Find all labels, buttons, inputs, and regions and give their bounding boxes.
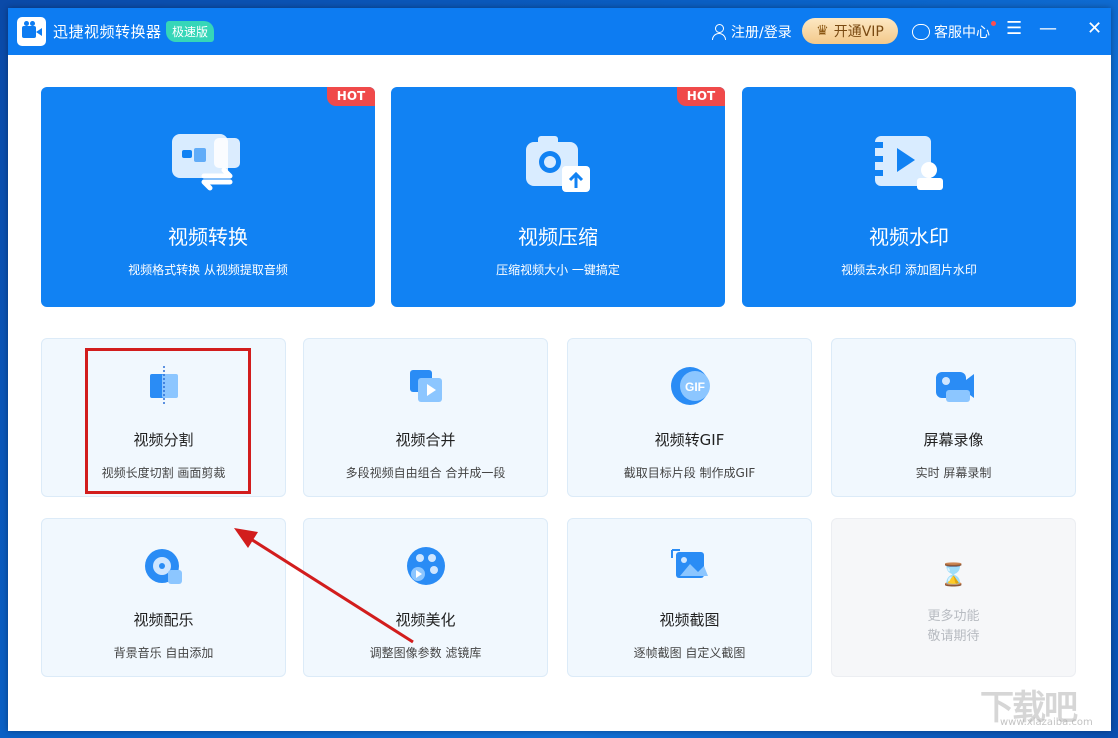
hot-badge: HOT — [327, 87, 375, 106]
vip-button[interactable]: ♛ 开通VIP — [802, 18, 898, 44]
service-label: 客服中心 — [934, 25, 990, 41]
card-desc: 视频格式转换 从视频提取音频 — [128, 263, 288, 277]
vip-label: 开通VIP — [833, 24, 884, 40]
close-icon[interactable]: ✕ — [1087, 19, 1102, 39]
card-title: 视频转GIF — [654, 431, 725, 449]
card-desc: 调整图像参数 滤镜库 — [369, 646, 482, 660]
app-title: 迅捷视频转换器 — [53, 23, 162, 41]
card-video-convert[interactable]: HOT 视频转换 视频格式转换 从视频提取音频 — [41, 87, 375, 307]
highlight-box — [85, 348, 251, 494]
card-video-merge[interactable]: 视频合并 多段视频自由组合 合并成一段 — [303, 338, 548, 497]
card-title: 视频合并 — [395, 431, 456, 449]
more-line1: 更多功能 — [927, 609, 980, 624]
login-label: 注册/登录 — [731, 25, 792, 41]
card-desc: 实时 屏幕录制 — [915, 466, 992, 480]
screenshot-icon — [670, 549, 708, 578]
card-more-features: ⌛ 更多功能 敬请期待 — [831, 518, 1076, 677]
card-title: 视频截图 — [659, 611, 720, 629]
card-video-screenshot[interactable]: 视频截图 逐帧截图 自定义截图 — [567, 518, 812, 677]
card-video-beautify[interactable]: 视频美化 调整图像参数 滤镜库 — [303, 518, 548, 677]
video-convert-icon — [172, 134, 240, 191]
notification-dot — [991, 21, 996, 26]
app-logo-icon — [17, 17, 46, 46]
card-video-gif[interactable]: GIF 视频转GIF 截取目标片段 制作成GIF — [567, 338, 812, 497]
card-screen-record[interactable]: 屏幕录像 实时 屏幕录制 — [831, 338, 1076, 497]
screen-record-icon — [935, 372, 974, 402]
card-title: 视频转换 — [168, 225, 248, 249]
card-desc: 截取目标片段 制作成GIF — [623, 466, 756, 480]
card-title: 视频配乐 — [133, 611, 194, 629]
site-watermark-url: www.xiazaiba.com — [1000, 717, 1093, 728]
card-desc: 背景音乐 自由添加 — [113, 646, 214, 660]
card-video-watermark[interactable]: 视频水印 视频去水印 添加图片水印 — [742, 87, 1076, 307]
card-video-music[interactable]: 视频配乐 背景音乐 自由添加 — [41, 518, 286, 677]
hot-badge: HOT — [677, 87, 725, 106]
card-title: 视频水印 — [869, 225, 949, 249]
card-desc: 视频去水印 添加图片水印 — [841, 263, 977, 277]
menu-icon[interactable]: ☰ — [1006, 19, 1022, 39]
titlebar: 迅捷视频转换器 极速版 注册/登录 ♛ 开通VIP 客服中心 ☰ — ✕ — [8, 8, 1111, 55]
login-button[interactable]: 注册/登录 — [711, 22, 792, 42]
video-merge-icon — [409, 370, 442, 402]
card-desc: 逐帧截图 自定义截图 — [633, 646, 746, 660]
svg-text:GIF: GIF — [685, 380, 705, 394]
user-icon — [711, 23, 727, 41]
video-watermark-icon — [875, 136, 943, 190]
music-icon — [144, 549, 182, 584]
crown-icon: ♛ — [816, 23, 829, 39]
card-desc: 多段视频自由组合 合并成一段 — [345, 466, 506, 480]
card-title: 视频美化 — [395, 611, 456, 629]
chat-icon — [912, 24, 930, 40]
card-title: 视频压缩 — [518, 225, 598, 249]
beautify-icon — [406, 547, 445, 585]
service-button[interactable]: 客服中心 — [912, 22, 990, 42]
app-window: 迅捷视频转换器 极速版 注册/登录 ♛ 开通VIP 客服中心 ☰ — ✕ HOT… — [8, 8, 1111, 731]
card-desc: 压缩视频大小 一键搞定 — [496, 263, 620, 277]
card-video-compress[interactable]: HOT 视频压缩 压缩视频大小 一键搞定 — [391, 87, 725, 307]
gif-icon: GIF — [670, 367, 710, 405]
edition-badge: 极速版 — [166, 21, 215, 42]
hourglass-icon: ⌛ — [939, 563, 968, 588]
more-line2: 敬请期待 — [927, 629, 980, 644]
video-compress-icon — [526, 136, 590, 192]
card-title: 屏幕录像 — [923, 431, 984, 449]
minimize-icon[interactable]: — — [1039, 19, 1057, 39]
